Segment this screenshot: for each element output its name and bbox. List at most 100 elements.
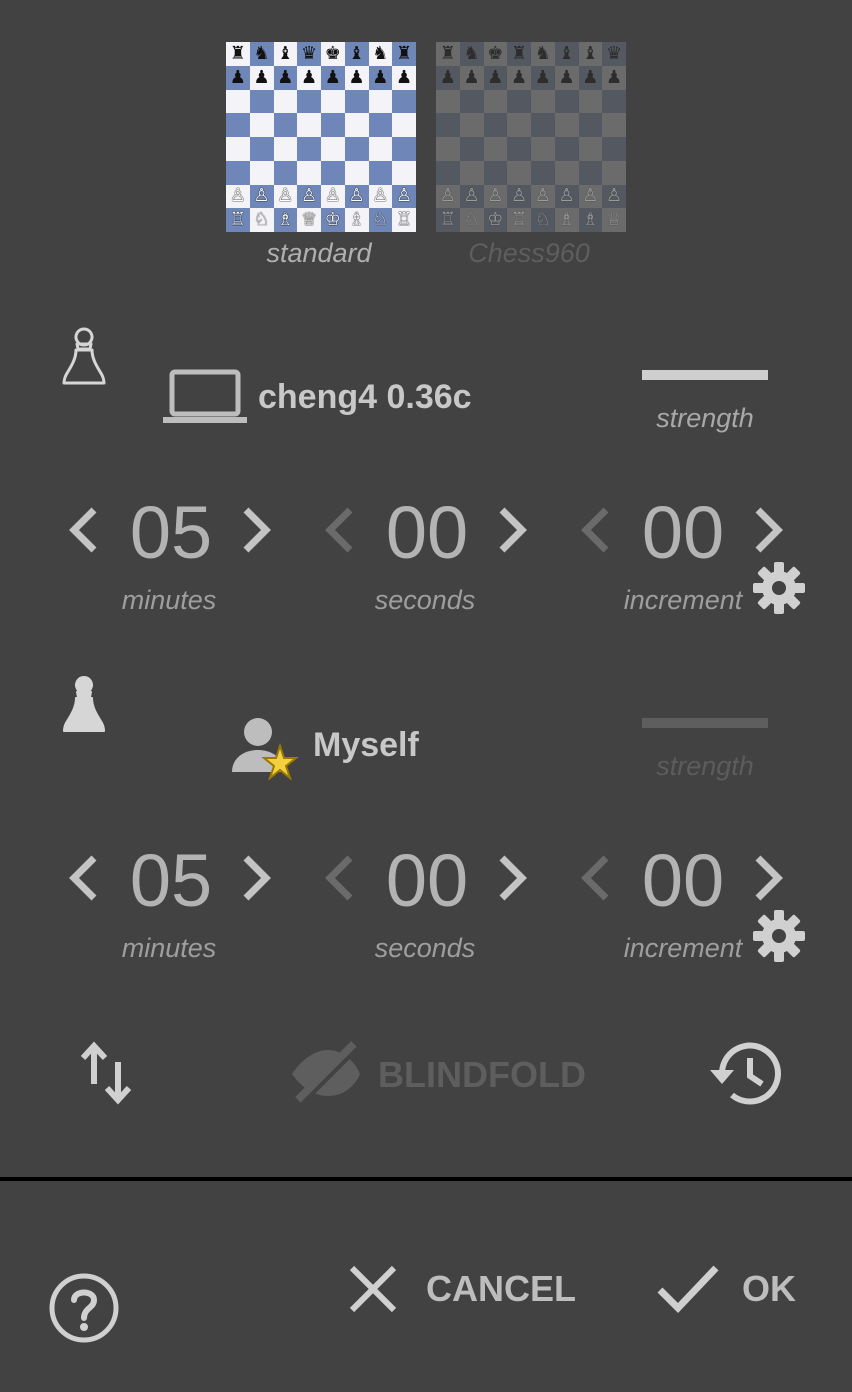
chess960-board-preview[interactable]: ♜ ♞ ♚ ♜ ♞ ♝ ♝ ♛ ♟ ♟ ♟ ♟ ♟ ♟ ♟ ♟ ♙ ♙ ♙ ♙ ♙ ♙ ♙ ♙ ♖ ♘ ♔ ♖ ♘ ♗ ♗ ♕: [436, 42, 626, 232]
board-square: [392, 137, 416, 161]
player1-increment-increase[interactable]: [748, 500, 788, 560]
help-circle-icon[interactable]: [48, 1272, 120, 1344]
player2-seconds-decrease[interactable]: [320, 848, 360, 908]
player1-seconds-value: 00: [385, 491, 469, 574]
board-square: ♔: [321, 208, 345, 232]
board-square: [507, 137, 531, 161]
board-square: [436, 113, 460, 137]
board-square: [249, 113, 274, 137]
board-square: ♟: [459, 65, 484, 90]
player2-minutes-decrease[interactable]: [64, 848, 104, 908]
board-square: [483, 137, 508, 161]
player2-name[interactable]: Myself: [313, 726, 419, 765]
variant-label-chess960: Chess960: [468, 238, 590, 268]
board-square: ♟: [436, 65, 460, 90]
board-square: [297, 89, 321, 114]
board-square: ♜: [436, 42, 460, 66]
board-square: ♟: [273, 65, 298, 90]
history-icon[interactable]: [708, 1038, 784, 1108]
standard-board-preview[interactable]: ♜ ♞ ♝ ♛ ♚ ♝ ♞ ♜ ♟ ♟ ♟ ♟ ♟ ♟ ♟ ♟ ♙ ♙ ♙ ♙ ♙ ♙ ♙ ♙ ♖ ♘ ♗ ♕ ♔ ♗ ♘ ♖: [226, 42, 416, 232]
blindfold-toggle[interactable]: BLINDFOLD: [378, 1054, 586, 1096]
player1-minutes-value: 05: [129, 491, 213, 574]
player1-minutes-increase[interactable]: [236, 500, 276, 560]
board-square: ♗: [344, 208, 369, 232]
black-pawn-icon[interactable]: [60, 674, 108, 734]
player1-seconds-increase[interactable]: [492, 500, 532, 560]
board-square: ♙: [344, 184, 369, 209]
board-square: [297, 137, 321, 161]
player2-seconds-value: 00: [385, 839, 469, 922]
eye-off-icon[interactable]: [288, 1038, 364, 1108]
board-square: [344, 113, 369, 137]
board-square: ♗: [554, 208, 579, 232]
board-square: [436, 89, 460, 114]
player1-seconds-decrease[interactable]: [320, 500, 360, 560]
player1-increment-label: increment: [623, 585, 743, 615]
board-square: [321, 113, 345, 137]
board-square: ♗: [273, 208, 298, 232]
board-square: [602, 137, 626, 161]
board-square: [436, 137, 460, 161]
board-square: [436, 160, 460, 185]
board-square: [368, 137, 393, 161]
board-square: [273, 137, 298, 161]
player1-time-settings-gear-icon[interactable]: [751, 560, 807, 616]
board-square: [507, 89, 531, 114]
board-square: [226, 160, 250, 185]
board-square: ♖: [226, 208, 250, 232]
check-icon[interactable]: [656, 1262, 720, 1316]
player2-increment-increase[interactable]: [748, 848, 788, 908]
board-square: [554, 113, 579, 137]
board-square: ♙: [226, 184, 250, 209]
board-square: [459, 137, 484, 161]
player2-increment-decrease[interactable]: [576, 848, 616, 908]
laptop-icon[interactable]: [162, 368, 248, 426]
board-square: ♙: [436, 184, 460, 209]
board-square: ♞: [249, 42, 274, 66]
board-square: [554, 137, 579, 161]
board-square: [392, 160, 416, 185]
board-square: ♟: [249, 65, 274, 90]
board-square: ♝: [578, 42, 603, 66]
ok-button[interactable]: OK: [742, 1268, 796, 1310]
board-square: [321, 89, 345, 114]
board-square: ♟: [531, 65, 555, 90]
player2-minutes-label: minutes: [121, 933, 217, 963]
board-square: ♟: [483, 65, 508, 90]
board-square: ♟: [344, 65, 369, 90]
swap-vertical-icon[interactable]: [78, 1040, 134, 1106]
board-square: [531, 113, 555, 137]
close-icon[interactable]: [346, 1262, 400, 1316]
player1-minutes-decrease[interactable]: [64, 500, 104, 560]
user-star-icon[interactable]: [228, 716, 300, 784]
board-square: [554, 160, 579, 185]
board-square: ♖: [507, 208, 531, 232]
board-square: ♛: [602, 42, 626, 66]
player2-seconds-increase[interactable]: [492, 848, 532, 908]
board-square: [226, 113, 250, 137]
board-square: ♙: [249, 184, 274, 209]
board-square: [531, 137, 555, 161]
board-square: ♜: [392, 42, 416, 66]
board-square: ♙: [297, 184, 321, 209]
cancel-button[interactable]: CANCEL: [426, 1268, 576, 1310]
board-square: ♟: [554, 65, 579, 90]
board-square: [344, 160, 369, 185]
board-square: [392, 113, 416, 137]
board-square: ♙: [321, 184, 345, 209]
player1-increment-decrease[interactable]: [576, 500, 616, 560]
player1-strength-slider[interactable]: [642, 370, 768, 380]
board-square: ♙: [459, 184, 484, 209]
board-square: [249, 137, 274, 161]
board-square: [297, 160, 321, 185]
player1-engine-name[interactable]: cheng4 0.36c: [258, 378, 472, 417]
board-square: [554, 89, 579, 114]
board-square: [321, 137, 345, 161]
player2-seconds-label: seconds: [374, 933, 476, 963]
white-pawn-icon[interactable]: [60, 326, 108, 386]
player2-minutes-increase[interactable]: [236, 848, 276, 908]
board-square: [297, 113, 321, 137]
board-square: ♖: [436, 208, 460, 232]
board-square: ♔: [483, 208, 508, 232]
player2-time-settings-gear-icon[interactable]: [751, 908, 807, 964]
